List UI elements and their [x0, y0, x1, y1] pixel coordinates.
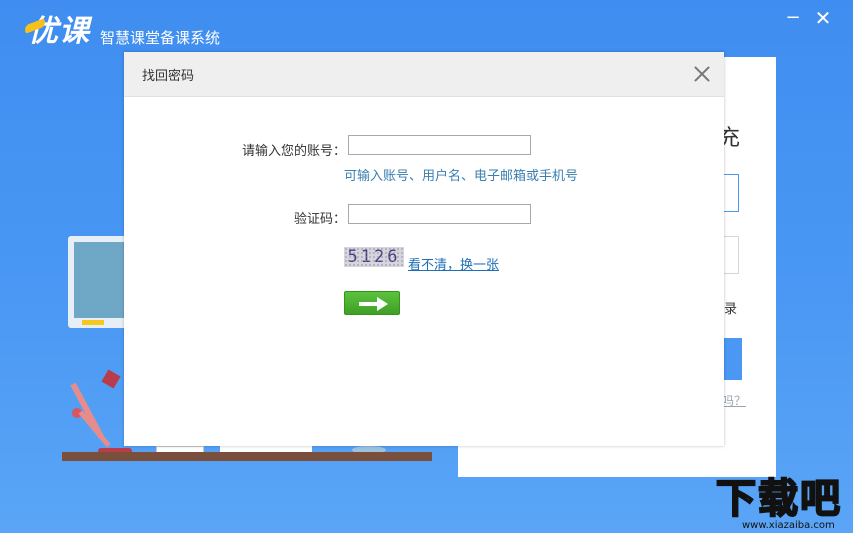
lamp-arm-lower-illustration [78, 410, 111, 448]
blackboard-tray [82, 320, 104, 325]
captcha-input[interactable] [348, 204, 531, 224]
watermark-logo: 下载吧 www.xiazaiba.com [715, 475, 853, 533]
lamp-head-illustration [101, 369, 121, 389]
account-input[interactable] [348, 135, 531, 155]
dialog-header: 找回密码 [124, 52, 724, 97]
watermark-url: www.xiazaiba.com [742, 520, 835, 531]
blackboard-illustration [68, 236, 128, 328]
account-label: 请输入您的账号： [241, 144, 346, 159]
login-link-fragment[interactable]: 录 [724, 298, 737, 317]
window-close-button[interactable]: ✕ [813, 8, 833, 28]
desk-illustration [62, 452, 432, 461]
dialog-close-icon[interactable] [690, 62, 714, 86]
logo-mark: 优课 [28, 14, 90, 49]
forgot-password-link[interactable]: 吗？ [722, 392, 746, 409]
account-hint: 可输入账号、用户名、电子邮箱或手机号 [344, 169, 579, 184]
next-button[interactable] [344, 291, 400, 315]
app-logo: 优课 智慧课堂备课系统 [28, 14, 220, 50]
captcha-label: 验证码： [293, 212, 346, 227]
recover-password-dialog: 找回密码 请输入您的账号： 可输入账号、用户名、电子邮箱或手机号 验证码： 51… [124, 52, 724, 446]
dialog-title: 找回密码 [142, 69, 195, 84]
app-subtitle: 智慧课堂备课系统 [100, 29, 221, 47]
refresh-captcha-link[interactable]: 看不清，换一张 [408, 254, 499, 273]
blackboard-surface [74, 242, 128, 318]
captcha-image[interactable]: 5126 [344, 247, 404, 267]
minimize-button[interactable]: − [783, 8, 803, 28]
watermark-text: 下载吧 [715, 475, 842, 523]
